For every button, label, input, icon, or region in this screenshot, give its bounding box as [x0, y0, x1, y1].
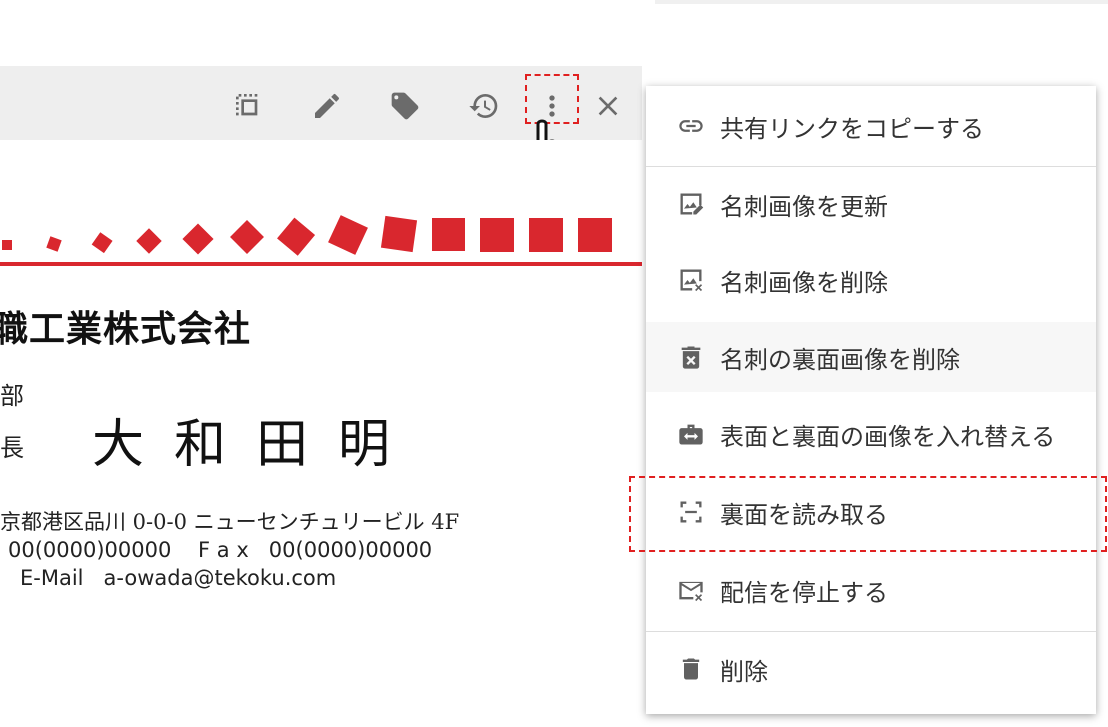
menu-item-label: 名刺の裏面画像を削除: [720, 345, 960, 374]
edit-icon[interactable]: [309, 88, 345, 124]
card-address: 京都港区品川 0-0-0 ニューセンチュリービル 4F: [0, 510, 460, 534]
card-company-name: 職工業株式会社: [0, 308, 252, 350]
menu-item-copy-share-link[interactable]: 共有リンクをコピーする: [646, 91, 1096, 161]
card-title: 長: [0, 434, 24, 462]
image-remove-icon: [676, 265, 706, 295]
menu-item-label: 名刺画像を削除: [720, 268, 888, 297]
card-email: E-Mail a-owada@tekoku.com: [20, 566, 337, 590]
card-red-line: [0, 262, 642, 266]
menu-item-update-card-image[interactable]: 名刺画像を更新: [646, 169, 1096, 239]
more-button-highlight: [525, 74, 579, 124]
image-edit-icon: [676, 189, 706, 219]
menu-item-label: 名刺画像を更新: [720, 192, 888, 221]
delete-box-icon: [676, 342, 706, 372]
menu-divider: [646, 166, 1096, 167]
menu-item-label: 削除: [720, 657, 768, 686]
more-options-menu: 共有リンクをコピーする 名刺画像を更新 名刺画像を削除 名刺の裏面画像を削除 表…: [646, 86, 1096, 714]
menu-item-swap-images[interactable]: 表面と裏面の画像を入れ替える: [646, 399, 1096, 469]
mail-off-icon: [676, 575, 706, 605]
menu-divider: [646, 631, 1096, 632]
history-icon[interactable]: [466, 88, 502, 124]
card-department: 部: [0, 382, 24, 410]
menu-item-label: 共有リンクをコピーする: [720, 114, 984, 143]
menu-item-delete-back-image[interactable]: 名刺の裏面画像を削除: [646, 322, 1096, 392]
tag-icon[interactable]: [387, 88, 423, 124]
scan-back-highlight: [629, 476, 1107, 552]
trash-icon: [676, 654, 706, 684]
business-card-image: 職工業株式会社 部 長 大和田明 京都港区品川 0-0-0 ニューセンチュリービ…: [0, 140, 642, 727]
top-strip: [655, 0, 1108, 4]
card-logo-pattern: [2, 215, 612, 256]
card-tel-fax: 00(0000)00000 F a x 00(0000)00000: [8, 538, 433, 562]
swap-icon: [676, 419, 706, 449]
link-icon: [676, 111, 706, 141]
menu-item-stop-delivery[interactable]: 配信を停止する: [646, 555, 1096, 625]
card-person-name: 大和田明: [92, 415, 421, 475]
crop-icon[interactable]: [230, 88, 266, 124]
menu-item-label: 表面と裏面の画像を入れ替える: [720, 422, 1056, 451]
close-icon[interactable]: [590, 88, 626, 124]
menu-item-delete-card-image[interactable]: 名刺画像を削除: [646, 245, 1096, 315]
menu-item-label: 配信を停止する: [720, 578, 888, 607]
menu-item-delete[interactable]: 削除: [646, 634, 1096, 704]
